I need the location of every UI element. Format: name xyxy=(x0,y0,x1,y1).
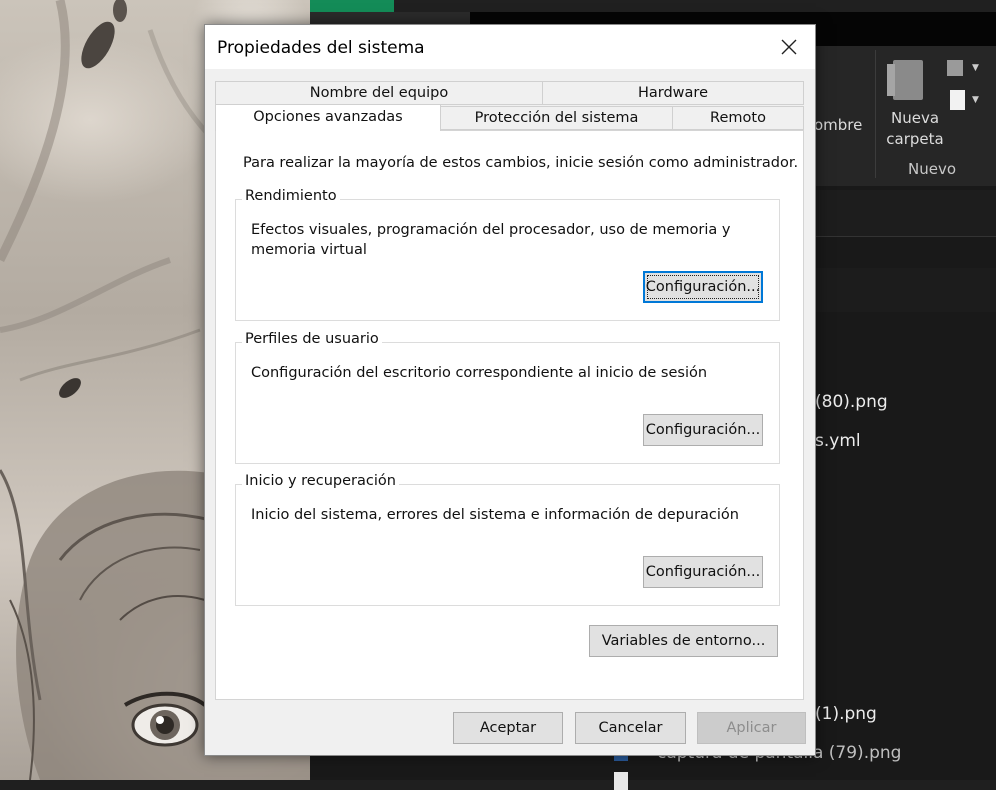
tab-hardware[interactable]: Hardware xyxy=(542,81,804,105)
file-icon xyxy=(614,772,628,790)
group-description: Inicio del sistema, errores del sistema … xyxy=(251,507,739,523)
apply-button[interactable]: Aplicar xyxy=(697,712,806,744)
admin-note: Para realizar la mayoría de estos cambio… xyxy=(243,155,799,171)
group-title: Rendimiento xyxy=(242,188,340,204)
new-item-icon[interactable] xyxy=(947,60,963,76)
new-folder-button[interactable]: Nueva carpeta xyxy=(885,108,945,150)
tab-system-protection[interactable]: Protección del sistema xyxy=(440,106,673,130)
tab-advanced-options[interactable]: Opciones avanzadas xyxy=(215,104,441,131)
close-button[interactable] xyxy=(767,29,809,65)
cancel-button[interactable]: Cancelar xyxy=(575,712,686,744)
close-icon xyxy=(781,39,797,55)
user-profiles-settings-button[interactable]: Configuración... xyxy=(643,414,763,446)
chevron-down-icon[interactable]: ▼ xyxy=(972,63,979,73)
tab-computer-name[interactable]: Nombre del equipo xyxy=(215,81,543,105)
startup-recovery-group: Inicio y recuperación Inicio del sistema… xyxy=(235,473,780,606)
environment-variables-button[interactable]: Variables de entorno... xyxy=(589,625,778,657)
performance-settings-button[interactable]: Configuración... xyxy=(643,271,763,303)
group-title: Inicio y recuperación xyxy=(242,473,399,489)
dialog-titlebar: Propiedades del sistema xyxy=(205,25,815,69)
accept-button[interactable]: Aceptar xyxy=(453,712,563,744)
new-folder-icon[interactable] xyxy=(887,60,923,100)
file-item[interactable]: (80).png xyxy=(815,392,888,412)
system-properties-dialog: Propiedades del sistema Nombre del equip… xyxy=(204,24,816,756)
group-description: Configuración del escritorio correspondi… xyxy=(251,365,708,381)
group-title: Perfiles de usuario xyxy=(242,331,382,347)
performance-group: Rendimiento Efectos visuales, programaci… xyxy=(235,188,780,321)
easy-access-icon[interactable] xyxy=(950,90,965,110)
file-item[interactable]: s.yml xyxy=(815,431,861,451)
chevron-down-icon[interactable]: ▼ xyxy=(972,95,979,105)
rename-button-label[interactable]: ombre xyxy=(814,116,862,134)
user-profiles-group: Perfiles de usuario Configuración del es… xyxy=(235,331,780,464)
explorer-titlebar xyxy=(310,0,996,12)
group-description: Efectos visuales, programación del proce… xyxy=(251,222,731,258)
dialog-title: Propiedades del sistema xyxy=(217,38,425,58)
explorer-accent-tab xyxy=(310,0,394,12)
tab-remote[interactable]: Remoto xyxy=(672,106,804,130)
ribbon-group-label-new: Nuevo xyxy=(908,160,957,178)
startup-recovery-settings-button[interactable]: Configuración... xyxy=(643,556,763,588)
file-item[interactable]: (1).png xyxy=(815,704,877,724)
tab-panel-advanced: Para realizar la mayoría de estos cambio… xyxy=(215,130,804,700)
